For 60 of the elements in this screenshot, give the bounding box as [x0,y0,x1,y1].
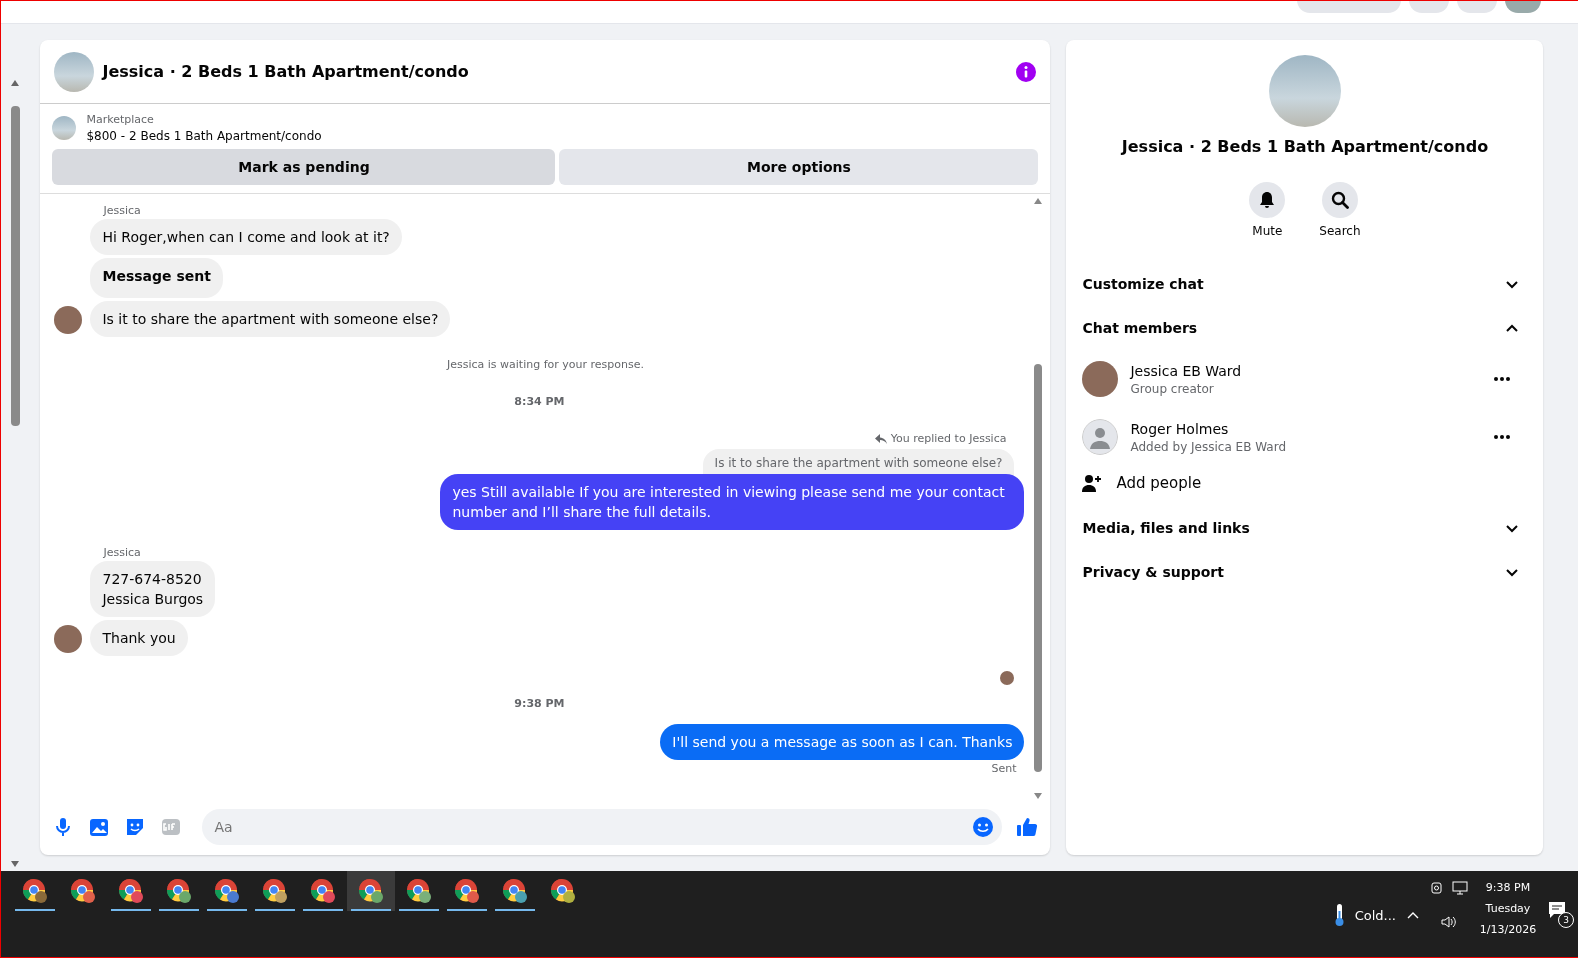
section-header[interactable]: Media, files and links [1082,506,1528,550]
thumbs-up-icon[interactable] [1016,816,1039,838]
sent-status: Sent [991,762,1017,775]
timestamp: 9:38 PM [513,697,566,710]
mark-pending-button[interactable]: Mark as pending [52,149,556,185]
notification-icon[interactable] [1548,901,1566,919]
section-header[interactable]: Privacy & support [1082,550,1528,594]
image-icon[interactable] [88,816,111,838]
sender-name: Jessica [103,546,142,559]
speaker-icon[interactable] [1441,915,1457,929]
clock-time[interactable]: 9:38 PM [1485,881,1531,894]
message-bubble: Is it to share the apartment with someone else? [90,301,451,337]
add-people-link[interactable]: Add people [1116,474,1202,492]
scroll-down-icon[interactable] [11,861,19,867]
photo-placeholder [54,51,95,92]
scrollbar-thumb[interactable] [1034,364,1043,772]
message-bubble: 727-674-8520 Jessica Burgos [90,561,216,617]
conversation-title: Jessica · 2 Beds 1 Bath Apartment/condo [1119,137,1490,156]
scroll-up-icon[interactable] [1034,198,1043,204]
section-header[interactable]: Chat members [1082,306,1528,350]
scrollbar-thumb[interactable] [11,106,20,426]
waiting-notice: Jessica is waiting for your response. [445,358,645,371]
message-bubble: Hi Roger,when can I come and look at it? [90,219,402,255]
listing-source: Marketplace [86,113,155,126]
clock-day[interactable]: Tuesday [1485,902,1531,915]
timestamp: 8:34 PM [513,395,566,408]
message-bubble: Message sent [90,258,223,298]
more-icon[interactable] [1493,434,1512,440]
notification-count: 3 [1558,912,1574,928]
clock-date[interactable]: 1/13/2026 [1479,923,1537,936]
avatar [54,625,83,653]
weather-label[interactable]: Cold... [1354,907,1396,923]
photo-placeholder [52,116,77,140]
chat-title: Jessica · 2 Beds 1 Bath Apartment/condo [102,62,470,81]
more-icon[interactable] [1493,376,1512,382]
info-icon[interactable] [1016,61,1037,82]
reply-icon [874,433,887,444]
camera-icon[interactable] [1430,881,1444,895]
add-person-icon [1082,474,1103,492]
listing-title[interactable]: $800 - 2 Beds 1 Bath Apartment/condo [86,129,322,143]
member-name: Jessica EB Ward [1130,362,1243,379]
member-name: Roger Holmes [1130,420,1230,437]
avatar [54,306,83,334]
message-input[interactable]: Aa [202,809,1003,845]
section-header[interactable]: Customize chat [1082,262,1528,306]
message-bubble: yes Still available If you are interested in viewing please send me your contact number and I’ll share the full details. [440,474,1025,530]
bell-icon [1258,191,1277,209]
scroll-down-icon[interactable] [1034,793,1043,799]
search-icon [1330,191,1349,209]
member-role: Group creator [1130,381,1215,396]
member-role: Added by Jessica EB Ward [1130,439,1287,454]
emoji-icon[interactable] [972,816,995,838]
message-bubble: I'll send you a message as soon as I can. Thanks [660,724,1025,760]
sender-name: Jessica [103,204,142,217]
reply-label: You replied to Jessica [890,432,1007,445]
seen-avatar [1000,671,1015,685]
message-bubble: Thank you [90,620,188,656]
scroll-up-icon[interactable] [11,80,19,86]
browser-taskbar-icon[interactable] [347,871,395,911]
more-options-button[interactable]: More options [559,149,1039,185]
